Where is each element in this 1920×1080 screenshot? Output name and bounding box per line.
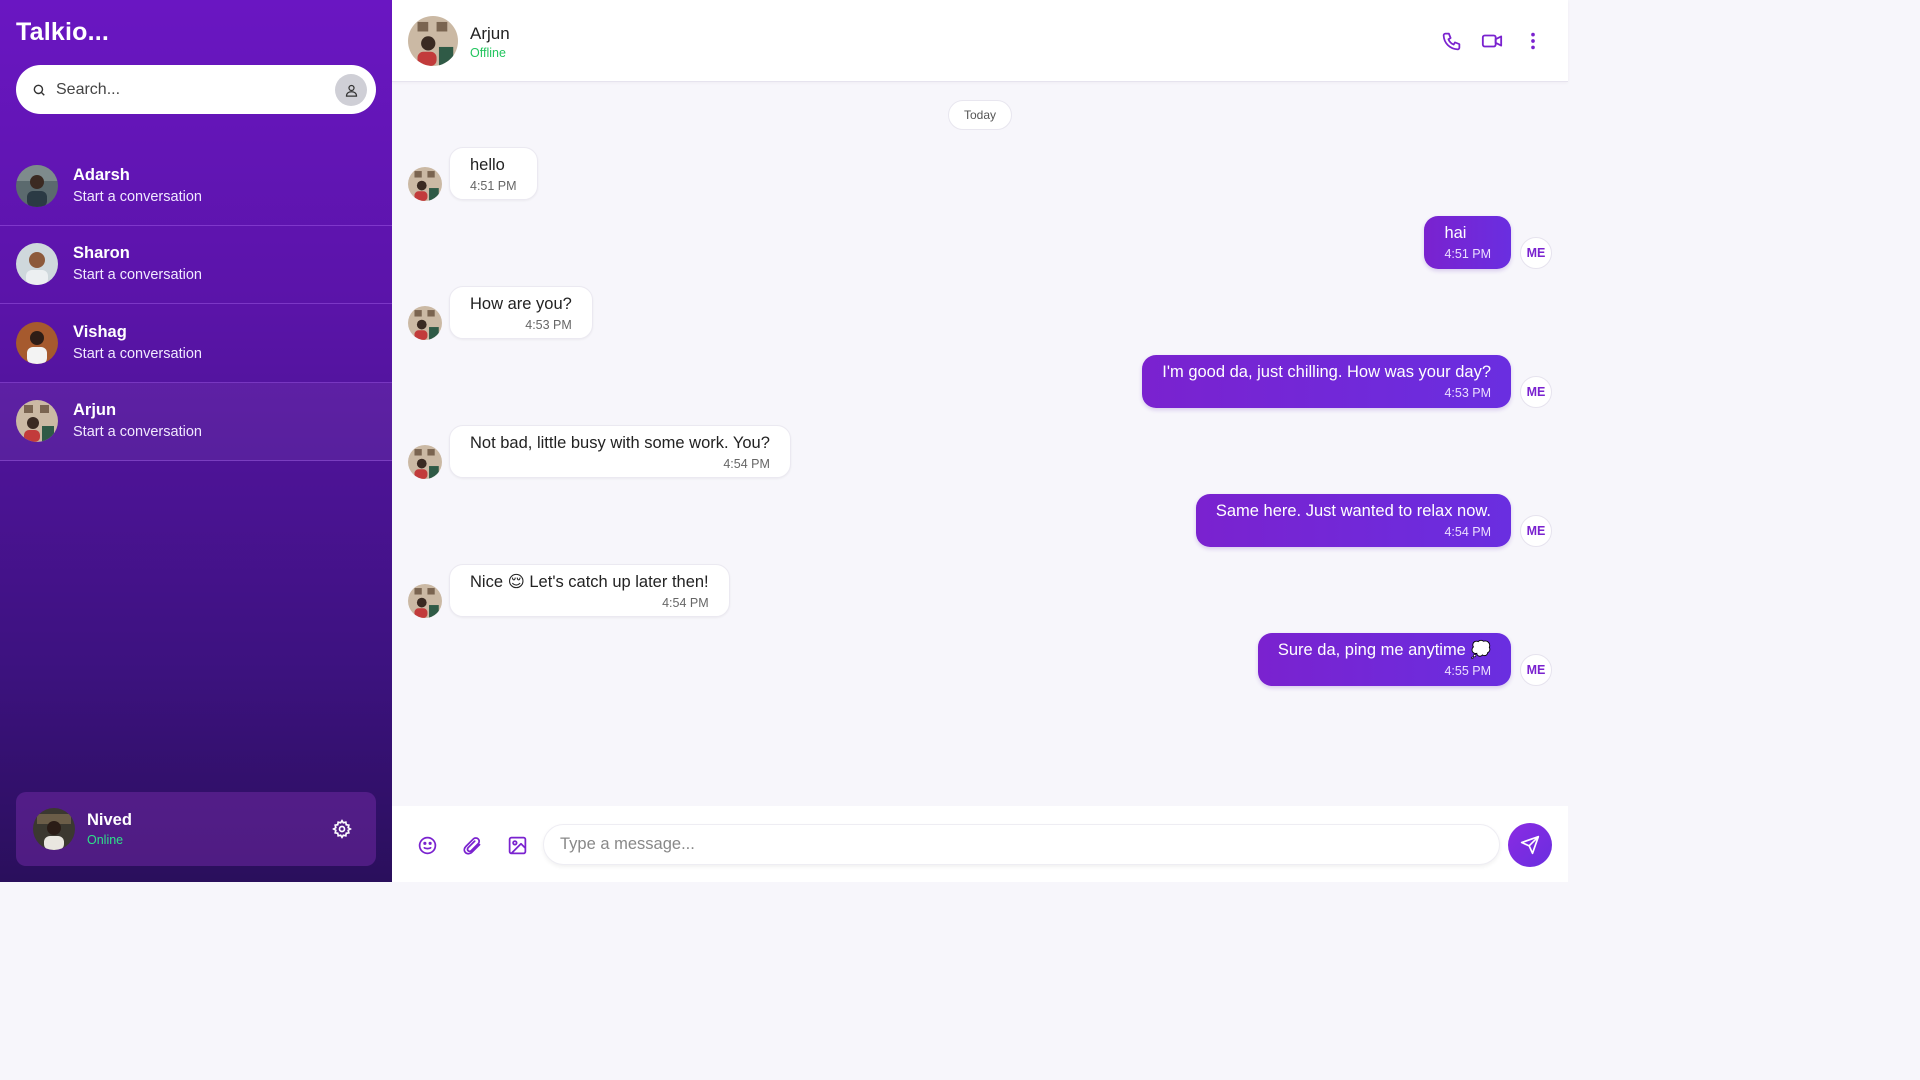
message-incoming: How are you? 4:53 PM [449, 286, 593, 339]
app-title: Talkio... [16, 18, 110, 46]
message-time: 4:53 PM [525, 318, 572, 332]
image-icon[interactable] [506, 834, 528, 856]
conversation-name: Adarsh [73, 165, 130, 184]
avatar [408, 306, 442, 340]
conversation-item-adarsh[interactable]: Adarsh Start a conversation [0, 147, 392, 226]
message-incoming: Not bad, little busy with some work. You… [449, 425, 791, 478]
conversation-item-sharon[interactable]: Sharon Start a conversation [0, 226, 392, 304]
search-input[interactable] [56, 80, 316, 99]
chat-contact-status: Offline [470, 46, 506, 60]
day-separator: Today [948, 100, 1012, 130]
message-list: Today hello 4:51 PM hai 4:51 PM ME How a… [392, 82, 1568, 806]
message-outgoing: Sure da, ping me anytime 💭 4:55 PM [1257, 633, 1511, 686]
avatar [16, 400, 58, 443]
me-badge: ME [1520, 515, 1552, 547]
chat-contact-name: Arjun [470, 24, 510, 43]
message-text: hello [470, 156, 505, 174]
avatar [16, 164, 58, 207]
message-incoming: Nice 😌 Let's catch up later then! 4:54 P… [449, 564, 730, 617]
send-icon [1520, 835, 1540, 855]
conversation-name: Sharon [73, 244, 130, 263]
message-time: 4:51 PM [1444, 247, 1491, 261]
message-time: 4:55 PM [1444, 664, 1491, 678]
sidebar: Talkio... Adarsh Start a conversation Sh… [0, 0, 392, 882]
avatar [16, 243, 58, 286]
message-outgoing: Same here. Just wanted to relax now. 4:5… [1195, 494, 1511, 547]
search-icon [32, 82, 48, 98]
avatar [408, 167, 442, 201]
phone-icon[interactable] [1440, 30, 1462, 52]
message-text: Same here. Just wanted to relax now. [1215, 502, 1491, 520]
user-icon[interactable] [335, 74, 367, 106]
avatar [408, 16, 458, 66]
video-icon[interactable] [1481, 30, 1503, 52]
message-time: 4:51 PM [470, 179, 517, 193]
message-text: hai [1444, 224, 1467, 242]
current-user-status: Online [87, 833, 124, 847]
me-badge: ME [1520, 376, 1552, 408]
more-vertical-icon[interactable] [1522, 30, 1544, 52]
message-incoming: hello 4:51 PM [449, 147, 538, 200]
chat-header: Arjun Offline [392, 0, 1568, 82]
conversation-preview: Start a conversation [73, 424, 202, 441]
message-outgoing: hai 4:51 PM [1424, 216, 1511, 269]
conversation-list: Adarsh Start a conversation Sharon Start… [0, 147, 392, 461]
message-text: Not bad, little busy with some work. You… [470, 434, 770, 452]
message-text: I'm good da, just chilling. How was your… [1162, 363, 1491, 381]
message-outgoing: I'm good da, just chilling. How was your… [1142, 355, 1511, 408]
current-user-panel: Nived Online [16, 792, 376, 866]
message-time: 4:54 PM [1444, 525, 1491, 539]
search-bar [16, 65, 376, 114]
message-time: 4:54 PM [662, 596, 709, 610]
message-text: Sure da, ping me anytime 💭 [1277, 641, 1491, 659]
conversation-preview: Start a conversation [73, 188, 202, 205]
message-time: 4:53 PM [1444, 386, 1491, 400]
emoji-icon[interactable] [416, 834, 438, 856]
conversation-preview: Start a conversation [73, 345, 202, 362]
avatar [408, 584, 442, 618]
conversation-item-arjun[interactable]: Arjun Start a conversation [0, 382, 392, 461]
avatar [408, 445, 442, 479]
send-button[interactable] [1508, 823, 1552, 867]
conversation-item-vishag[interactable]: Vishag Start a conversation [0, 304, 392, 383]
message-text: Nice 😌 Let's catch up later then! [470, 573, 709, 591]
conversation-preview: Start a conversation [73, 267, 202, 284]
paperclip-icon[interactable] [461, 834, 483, 856]
gear-icon[interactable] [332, 819, 352, 839]
conversation-name: Arjun [73, 401, 117, 420]
message-input[interactable] [543, 824, 1500, 865]
me-badge: ME [1520, 237, 1552, 269]
avatar [16, 321, 58, 364]
avatar [33, 808, 75, 850]
message-composer [392, 806, 1568, 882]
message-time: 4:54 PM [723, 457, 770, 471]
me-badge: ME [1520, 654, 1552, 686]
conversation-name: Vishag [73, 322, 127, 341]
current-user-name: Nived [87, 811, 132, 829]
message-text: How are you? [470, 295, 572, 313]
